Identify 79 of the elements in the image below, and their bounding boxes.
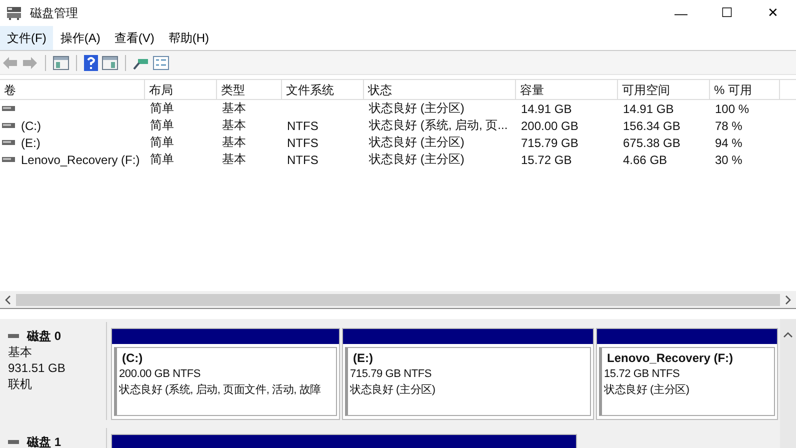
panel-icon[interactable] (53, 56, 69, 70)
table-cell: 100 % (715, 102, 750, 116)
drive-icon (2, 123, 15, 128)
table-cell: 15.72 GB (521, 152, 572, 166)
table-cell: 156.34 GB (623, 118, 680, 132)
menu-item[interactable]: 操作(A) (53, 26, 108, 50)
table-cell: 14.91 GB (623, 102, 674, 116)
menu-item[interactable]: 帮助(H) (161, 26, 216, 50)
table-cell: (C:) (21, 118, 41, 132)
partition-block[interactable]: (C:) 200.00 GB NTFS 状态良好 (系统, 启动, 页面文件, 活动, 故障 (111, 328, 340, 420)
vertical-scrollbar[interactable] (780, 319, 796, 448)
table-cell: NTFS (287, 118, 318, 132)
partition-size: 15.72 GB NTFS (604, 367, 681, 382)
partition-status: 状态良好 (系统, 启动, 页面文件, 活动, 故障 (119, 382, 322, 398)
table-cell: 715.79 GB (521, 136, 578, 150)
table-cell: 状态良好 (主分区) (369, 151, 464, 168)
menu-item[interactable]: 文件(F) (0, 26, 54, 50)
disk-info: 931.51 GB (8, 360, 66, 376)
column-header[interactable]: 文件系统 (282, 80, 364, 99)
table-cell: 基本 (222, 117, 246, 134)
close-button[interactable]: ✕ (750, 0, 796, 26)
drive-icon (8, 334, 19, 338)
table-cell: (E:) (21, 136, 40, 150)
scroll-left-icon[interactable] (4, 294, 12, 304)
table-cell: 简单 (150, 134, 174, 151)
column-header[interactable]: 布局 (145, 80, 217, 99)
table-cell: 基本 (222, 100, 246, 117)
maximize-button[interactable]: ☐ (704, 0, 750, 26)
column-header[interactable]: 可用空间 (618, 80, 710, 99)
partition-size: 715.79 GB NTFS (350, 367, 433, 382)
table-cell: 14.91 GB (521, 102, 572, 116)
table-cell: NTFS (287, 152, 318, 166)
table-cell: 简单 (150, 151, 174, 168)
column-header[interactable]: 类型 (217, 80, 282, 99)
table-cell: 状态良好 (主分区) (369, 134, 464, 151)
disk-info: 基本 (8, 344, 33, 360)
partition-title: Lenovo_Recovery (F:) (606, 350, 734, 366)
table-cell: 简单 (150, 117, 174, 134)
table-cell: 基本 (222, 134, 246, 151)
column-header[interactable]: 卷 (0, 80, 145, 99)
table-cell: 94 % (715, 136, 742, 150)
table-cell: 78 % (715, 118, 742, 132)
drive-icon (2, 106, 15, 111)
disk-info: 联机 (8, 376, 33, 392)
partition-size: 200.00 GB NTFS (119, 367, 202, 382)
table-cell: 675.38 GB (623, 136, 680, 150)
drive-icon (2, 140, 15, 145)
horizontal-scrollbar[interactable] (0, 291, 796, 309)
column-header[interactable]: 状态 (364, 80, 516, 99)
scroll-up-icon[interactable] (783, 331, 793, 339)
table-cell: 200.00 GB (521, 118, 578, 132)
table-cell: NTFS (287, 136, 318, 150)
table-cell: 简单 (150, 100, 174, 117)
table-cell: 状态良好 (主分区) (369, 100, 464, 117)
minimize-button[interactable]: — (658, 0, 704, 26)
help-icon[interactable] (84, 54, 98, 70)
table-cell: 状态良好 (系统, 启动, 页... (369, 117, 508, 134)
partition-title: (E:) (352, 350, 374, 366)
disk-name: 磁盘 0 (27, 328, 62, 344)
table-cell: Lenovo_Recovery (F:) (21, 152, 140, 166)
table-cell: 基本 (222, 151, 246, 168)
properties-icon[interactable] (153, 56, 169, 70)
partition-block[interactable]: Lenovo_Recovery (F:) 15.72 GB NTFS 状态良好 (主分区) (596, 328, 778, 420)
menu-item[interactable]: 查看(V) (107, 26, 162, 50)
column-header[interactable]: % 可用 (710, 80, 780, 99)
partition-status: 状态良好 (主分区) (604, 382, 690, 398)
table-cell: 30 % (715, 152, 742, 166)
partition-status: 状态良好 (主分区) (350, 382, 436, 398)
partition-title: (C:) (121, 350, 144, 366)
disk-management-icon (6, 6, 22, 20)
drive-icon (8, 440, 19, 444)
disk-name: 磁盘 1 (27, 434, 62, 448)
column-header[interactable]: 容量 (516, 80, 618, 99)
panel-icon[interactable] (102, 56, 118, 70)
partition-block[interactable]: (E:) 715.79 GB NTFS 状态良好 (主分区) (342, 328, 594, 420)
window-title: 磁盘管理 (30, 4, 78, 22)
drive-icon (2, 157, 15, 162)
scroll-right-icon[interactable] (784, 294, 792, 304)
table-cell: 4.66 GB (623, 152, 668, 166)
